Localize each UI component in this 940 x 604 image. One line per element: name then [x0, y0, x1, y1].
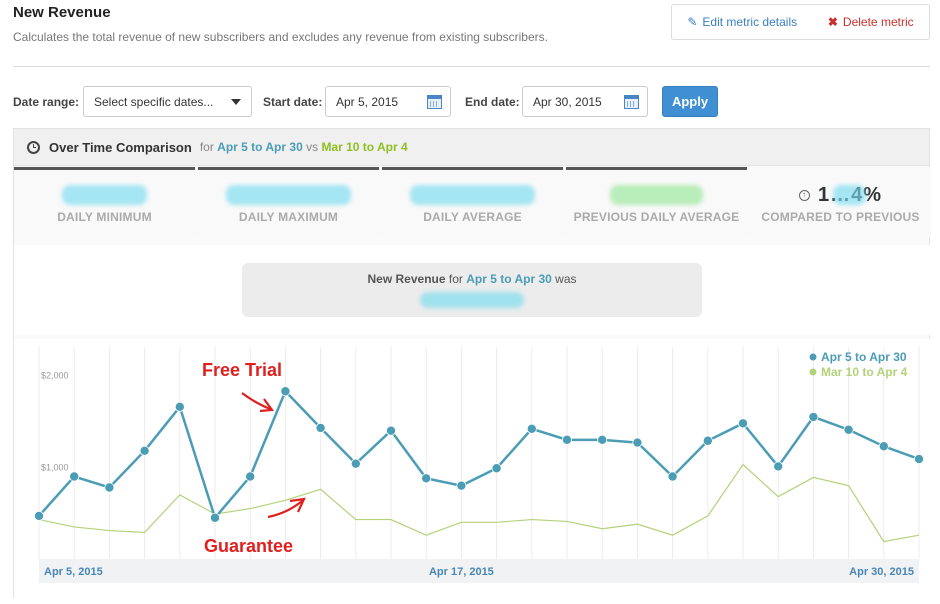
- start-date-input[interactable]: Apr 5, 2015: [325, 86, 451, 117]
- data-point: [69, 471, 80, 482]
- stat-value: [410, 184, 535, 206]
- data-point: [667, 471, 678, 482]
- data-point: [597, 434, 608, 445]
- edit-metric-label: Edit metric details: [702, 15, 798, 29]
- data-point: [843, 424, 854, 435]
- data-point: [385, 425, 396, 436]
- start-date-label: Start date:: [263, 95, 323, 109]
- metric-description: Calculates the total revenue of new subs…: [13, 30, 548, 44]
- date-filters: Date range: Select specific dates... Sta…: [13, 86, 928, 117]
- stat-value: [226, 184, 351, 206]
- comparison-panel: Over Time Comparison for Apr 5 to Apr 30…: [13, 128, 931, 599]
- redaction-blur: [610, 185, 703, 205]
- redaction-blur: [226, 185, 351, 205]
- stat-caption: DAILY MAXIMUM: [238, 210, 339, 224]
- redaction-blur: [61, 185, 148, 205]
- data-point: [773, 461, 784, 472]
- stat-caption: DAILY AVERAGE: [423, 210, 522, 224]
- summary-text: New Revenue for Apr 5 to Apr 30 was: [367, 272, 577, 286]
- panel-subtitle: for Apr 5 to Apr 30 vs Mar 10 to Apr 4: [199, 140, 408, 154]
- stat-daily-average: DAILY AVERAGE: [382, 167, 563, 237]
- summary-total: [420, 292, 524, 308]
- stat-daily-minimum: DAILY MINIMUM: [14, 167, 195, 237]
- edit-metric-button[interactable]: ✎ Edit metric details: [687, 15, 797, 29]
- x-tick-label: Apr 30, 2015: [849, 566, 914, 578]
- panel-title: Over Time Comparison: [49, 139, 192, 155]
- end-date-value: Apr 30, 2015: [533, 94, 602, 109]
- data-point: [280, 386, 291, 397]
- data-point: [245, 471, 256, 482]
- header-divider: [13, 66, 930, 67]
- data-point: [33, 510, 44, 521]
- stat-caption: DAILY MINIMUM: [57, 210, 152, 224]
- stat-caption: PREVIOUS DAILY AVERAGE: [573, 210, 740, 224]
- x-tick-label: Apr 17, 2015: [429, 566, 494, 578]
- redaction-blur: [832, 185, 867, 205]
- stats-row: DAILY MINIMUM DAILY MAXIMUM DAILY AVERAG…: [14, 167, 931, 237]
- current-range: Apr 5 to Apr 30: [217, 140, 303, 154]
- redaction-blur: [420, 292, 524, 308]
- date-range-value: Select specific dates...: [94, 94, 214, 109]
- revenue-line-chart: $1,000 $2,000 Apr 5, 2015 Apr 17, 2015 Apr 3…: [33, 347, 925, 583]
- legend-label: Apr 5 to Apr 30: [821, 350, 907, 364]
- stat-value: ↑1…4%: [793, 184, 888, 206]
- stat-daily-maximum: DAILY MAXIMUM: [198, 167, 379, 237]
- legend-marker: [809, 368, 817, 376]
- data-point: [491, 463, 502, 474]
- close-icon: ✖: [827, 15, 838, 29]
- legend-marker: [809, 353, 817, 361]
- delete-metric-label: Delete metric: [842, 15, 914, 29]
- previous-range: Mar 10 to Apr 4: [321, 140, 408, 154]
- data-point: [526, 423, 537, 434]
- data-point: [350, 458, 361, 469]
- panel-header: Over Time Comparison for Apr 5 to Apr 30…: [14, 129, 929, 166]
- y-tick-label: $1,000: [41, 462, 69, 472]
- data-point: [456, 480, 467, 491]
- data-point: [104, 482, 115, 493]
- data-point: [738, 418, 749, 429]
- page-title: New Revenue: [13, 4, 111, 21]
- data-point: [421, 473, 432, 484]
- y-tick-label: $2,000: [41, 371, 69, 381]
- data-point: [174, 401, 185, 412]
- end-date-label: End date:: [465, 95, 520, 109]
- x-tick-label: Apr 5, 2015: [44, 566, 103, 578]
- data-point: [878, 441, 889, 452]
- annotation-guarantee: Guarantee: [204, 536, 293, 556]
- start-date-value: Apr 5, 2015: [336, 94, 399, 109]
- stat-previous-daily-average: PREVIOUS DAILY AVERAGE: [566, 167, 747, 237]
- apply-button[interactable]: Apply: [662, 86, 718, 117]
- data-point: [562, 434, 573, 445]
- calendar-icon[interactable]: [624, 95, 639, 109]
- metric-header: New Revenue Calculates the total revenue…: [13, 4, 548, 44]
- data-point: [914, 454, 925, 465]
- stat-value: [610, 184, 703, 206]
- arrow-up-icon: ↑: [798, 190, 810, 202]
- summary-area: New Revenue for Apr 5 to Apr 30 was: [14, 245, 931, 335]
- revenue-summary: New Revenue for Apr 5 to Apr 30 was: [242, 263, 702, 317]
- legend-label: Mar 10 to Apr 4: [821, 365, 908, 379]
- stat-caption: COMPARED TO PREVIOUS: [761, 210, 920, 224]
- pencil-icon: ✎: [687, 15, 698, 29]
- data-point: [702, 435, 713, 446]
- metric-actions: ✎ Edit metric details ✖ Delete metric: [671, 4, 930, 40]
- end-date-input[interactable]: Apr 30, 2015: [522, 86, 648, 117]
- data-point: [209, 512, 220, 523]
- delete-metric-button[interactable]: ✖ Delete metric: [828, 15, 914, 29]
- series-line-current: [38, 389, 920, 521]
- redaction-blur: [410, 185, 535, 205]
- stat-compared-to-previous: ↑1…4% COMPARED TO PREVIOUS: [750, 167, 931, 237]
- date-range-label: Date range:: [13, 95, 80, 109]
- caret-down-icon: [231, 98, 241, 105]
- data-point: [632, 437, 643, 448]
- data-point: [315, 422, 326, 433]
- data-point: [139, 445, 150, 456]
- clock-icon: [27, 140, 40, 154]
- annotation-free-trial: Free Trial: [202, 360, 282, 380]
- chart-area: $1,000 $2,000 Apr 5, 2015 Apr 17, 2015 Apr 3…: [14, 339, 931, 599]
- calendar-icon[interactable]: [427, 95, 442, 109]
- stat-value: [61, 184, 148, 206]
- date-range-select[interactable]: Select specific dates...: [83, 86, 252, 117]
- data-point: [808, 411, 819, 422]
